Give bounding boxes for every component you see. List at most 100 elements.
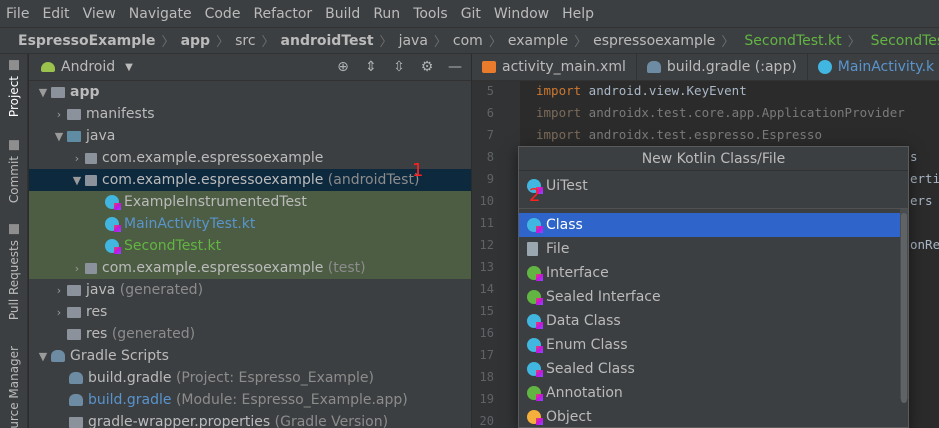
line-number: 7 — [486, 128, 494, 142]
tool-tab-commit[interactable]: Commit — [4, 140, 24, 203]
tree-item-res[interactable]: › res — [29, 301, 471, 323]
class-name-input[interactable]: UiTest 2 — [519, 171, 908, 206]
kind-label: File — [546, 241, 570, 257]
folder-icon — [67, 108, 81, 120]
module-folder-icon — [51, 86, 65, 98]
annotation-marker-1: 1 — [412, 160, 424, 181]
hide-icon[interactable]: — — [447, 59, 463, 75]
locate-icon[interactable]: ⊕ — [335, 59, 351, 75]
chevron-down-icon[interactable]: ▼ — [35, 86, 51, 99]
kind-enum-class[interactable]: Enum Class — [519, 333, 908, 357]
tree-item-java-generated[interactable]: › java (generated) — [29, 279, 471, 301]
kind-interface[interactable]: Interface — [519, 261, 908, 285]
menu-tools[interactable]: Tools — [413, 6, 448, 22]
tree-item-exampleinstrumentedtest[interactable]: ExampleInstrumentedTest — [29, 191, 471, 213]
gear-icon[interactable]: ⚙ — [419, 59, 435, 75]
kind-data-class[interactable]: Data Class — [519, 309, 908, 333]
crumb-androidtest[interactable]: androidTest — [281, 33, 374, 49]
line-number: 20 — [479, 414, 494, 428]
tree-item-label: SecondTest.kt — [124, 238, 222, 254]
chevron-right-icon[interactable]: › — [69, 152, 85, 165]
tree-item-build-gradle-project[interactable]: build.gradle (Project: Espresso_Example) — [29, 367, 471, 389]
tool-tab-project[interactable]: Project — [4, 60, 24, 117]
tree-item-java[interactable]: ▼ java — [29, 125, 471, 147]
crumb-file[interactable]: SecondTest.kt — [744, 33, 841, 49]
menu-code[interactable]: Code — [205, 6, 241, 22]
tab-activity-main-xml[interactable]: activity_main.xml — [472, 54, 637, 80]
menu-build[interactable]: Build — [325, 6, 360, 22]
tree-item-manifests[interactable]: › manifests — [29, 103, 471, 125]
tree-item-gradle-wrapper[interactable]: gradle-wrapper.properties (Gradle Versio… — [29, 411, 471, 428]
chevron-right-icon[interactable]: › — [51, 306, 67, 319]
chevron-right-icon[interactable]: › — [69, 262, 85, 275]
collapse-all-icon[interactable]: ⇳ — [391, 59, 407, 75]
kotlin-class-icon — [105, 195, 121, 210]
tool-tab-resource-manager[interactable]: ource Manager — [4, 346, 24, 428]
object-icon — [527, 410, 543, 425]
kind-file[interactable]: File — [519, 237, 908, 261]
menu-run[interactable]: Run — [373, 6, 400, 22]
kind-sealed-class[interactable]: Sealed Class — [519, 357, 908, 381]
gradle-icon — [69, 394, 83, 406]
crumb-project[interactable]: EspressoExample — [18, 33, 156, 49]
menu-refactor[interactable]: Refactor — [253, 6, 312, 22]
tool-tab-pull-requests[interactable]: Pull Requests — [4, 224, 24, 320]
crumb-src[interactable]: src — [235, 33, 255, 49]
folder-icon — [9, 60, 19, 70]
kind-class[interactable]: Class — [519, 213, 908, 237]
class-name-value: UiTest — [546, 178, 588, 194]
tree-item-mainactivitytest[interactable]: MainActivityTest.kt — [29, 213, 471, 235]
tree-item-package-test[interactable]: › com.example.espressoexample (test) — [29, 257, 471, 279]
tree-item-app[interactable]: ▼ app — [29, 81, 471, 103]
kind-annotation[interactable]: Annotation — [519, 381, 908, 405]
gradle-icon — [51, 350, 65, 362]
kind-object[interactable]: Object — [519, 405, 908, 427]
interface-icon — [527, 266, 543, 281]
menu-help[interactable]: Help — [562, 6, 594, 22]
tree-item-package-androidtest[interactable]: ▼ com.example.espressoexample (androidTes… — [29, 169, 471, 191]
chevron-right-icon[interactable]: › — [51, 284, 67, 297]
crumb-module[interactable]: app — [181, 33, 211, 49]
tab-mainactivity[interactable]: MainActivity.k — [808, 54, 939, 80]
scrollbar-thumb[interactable] — [901, 213, 907, 403]
menu-edit[interactable]: Edit — [42, 6, 69, 22]
chevron-down-icon[interactable]: ▼ — [69, 174, 85, 187]
crumb-java[interactable]: java — [399, 33, 428, 49]
chevron-down-icon[interactable]: ▼ — [125, 62, 133, 73]
commit-icon — [9, 140, 19, 150]
pull-request-icon — [9, 224, 19, 234]
tree-item-res-generated[interactable]: res (generated) — [29, 323, 471, 345]
menu-navigate[interactable]: Navigate — [129, 6, 192, 22]
tree-item-label: com.example.espressoexample — [102, 150, 324, 166]
tab-build-gradle-app[interactable]: build.gradle (:app) — [637, 54, 808, 80]
menu-window[interactable]: Window — [494, 6, 549, 22]
tool-tab-project-label: Project — [7, 76, 21, 118]
code-text: android.view.KeyEvent — [581, 83, 747, 98]
chevron-down-icon[interactable]: ▼ — [51, 130, 67, 143]
kind-sealed-interface[interactable]: Sealed Interface — [519, 285, 908, 309]
gradle-icon — [69, 372, 83, 384]
android-icon — [41, 62, 55, 72]
expand-all-icon[interactable]: ⇕ — [363, 59, 379, 75]
tree-item-build-gradle-module[interactable]: build.gradle (Module: Espresso_Example.a… — [29, 389, 471, 411]
menu-git[interactable]: Git — [461, 6, 481, 22]
crumb-separator-icon: 〉 — [261, 35, 275, 50]
crumb-example[interactable]: example — [508, 33, 568, 49]
crumb-espressoexample[interactable]: espressoexample — [593, 33, 715, 49]
menu-file[interactable]: File — [6, 6, 29, 22]
tree-item-gradle-scripts[interactable]: ▼ Gradle Scripts — [29, 345, 471, 367]
chevron-right-icon[interactable]: › — [51, 108, 67, 121]
project-view-selector[interactable]: Android — [61, 59, 115, 75]
sealed-class-icon — [527, 362, 543, 377]
crumb-com[interactable]: com — [453, 33, 483, 49]
code-keyword: import — [536, 83, 582, 98]
code-fragment: ers — [910, 193, 933, 208]
crumb-class[interactable]: SecondTest2 — [871, 33, 939, 49]
chevron-down-icon[interactable]: ▼ — [35, 350, 51, 363]
tree-item-package-main[interactable]: › com.example.espressoexample — [29, 147, 471, 169]
tree-item-secondtest[interactable]: SecondTest.kt — [29, 235, 471, 257]
kotlin-class-icon — [527, 218, 543, 233]
menu-view[interactable]: View — [83, 6, 116, 22]
kind-label: Annotation — [546, 385, 623, 401]
new-kotlin-class-dialog: New Kotlin Class/File UiTest 2 Class Fil… — [518, 146, 909, 428]
